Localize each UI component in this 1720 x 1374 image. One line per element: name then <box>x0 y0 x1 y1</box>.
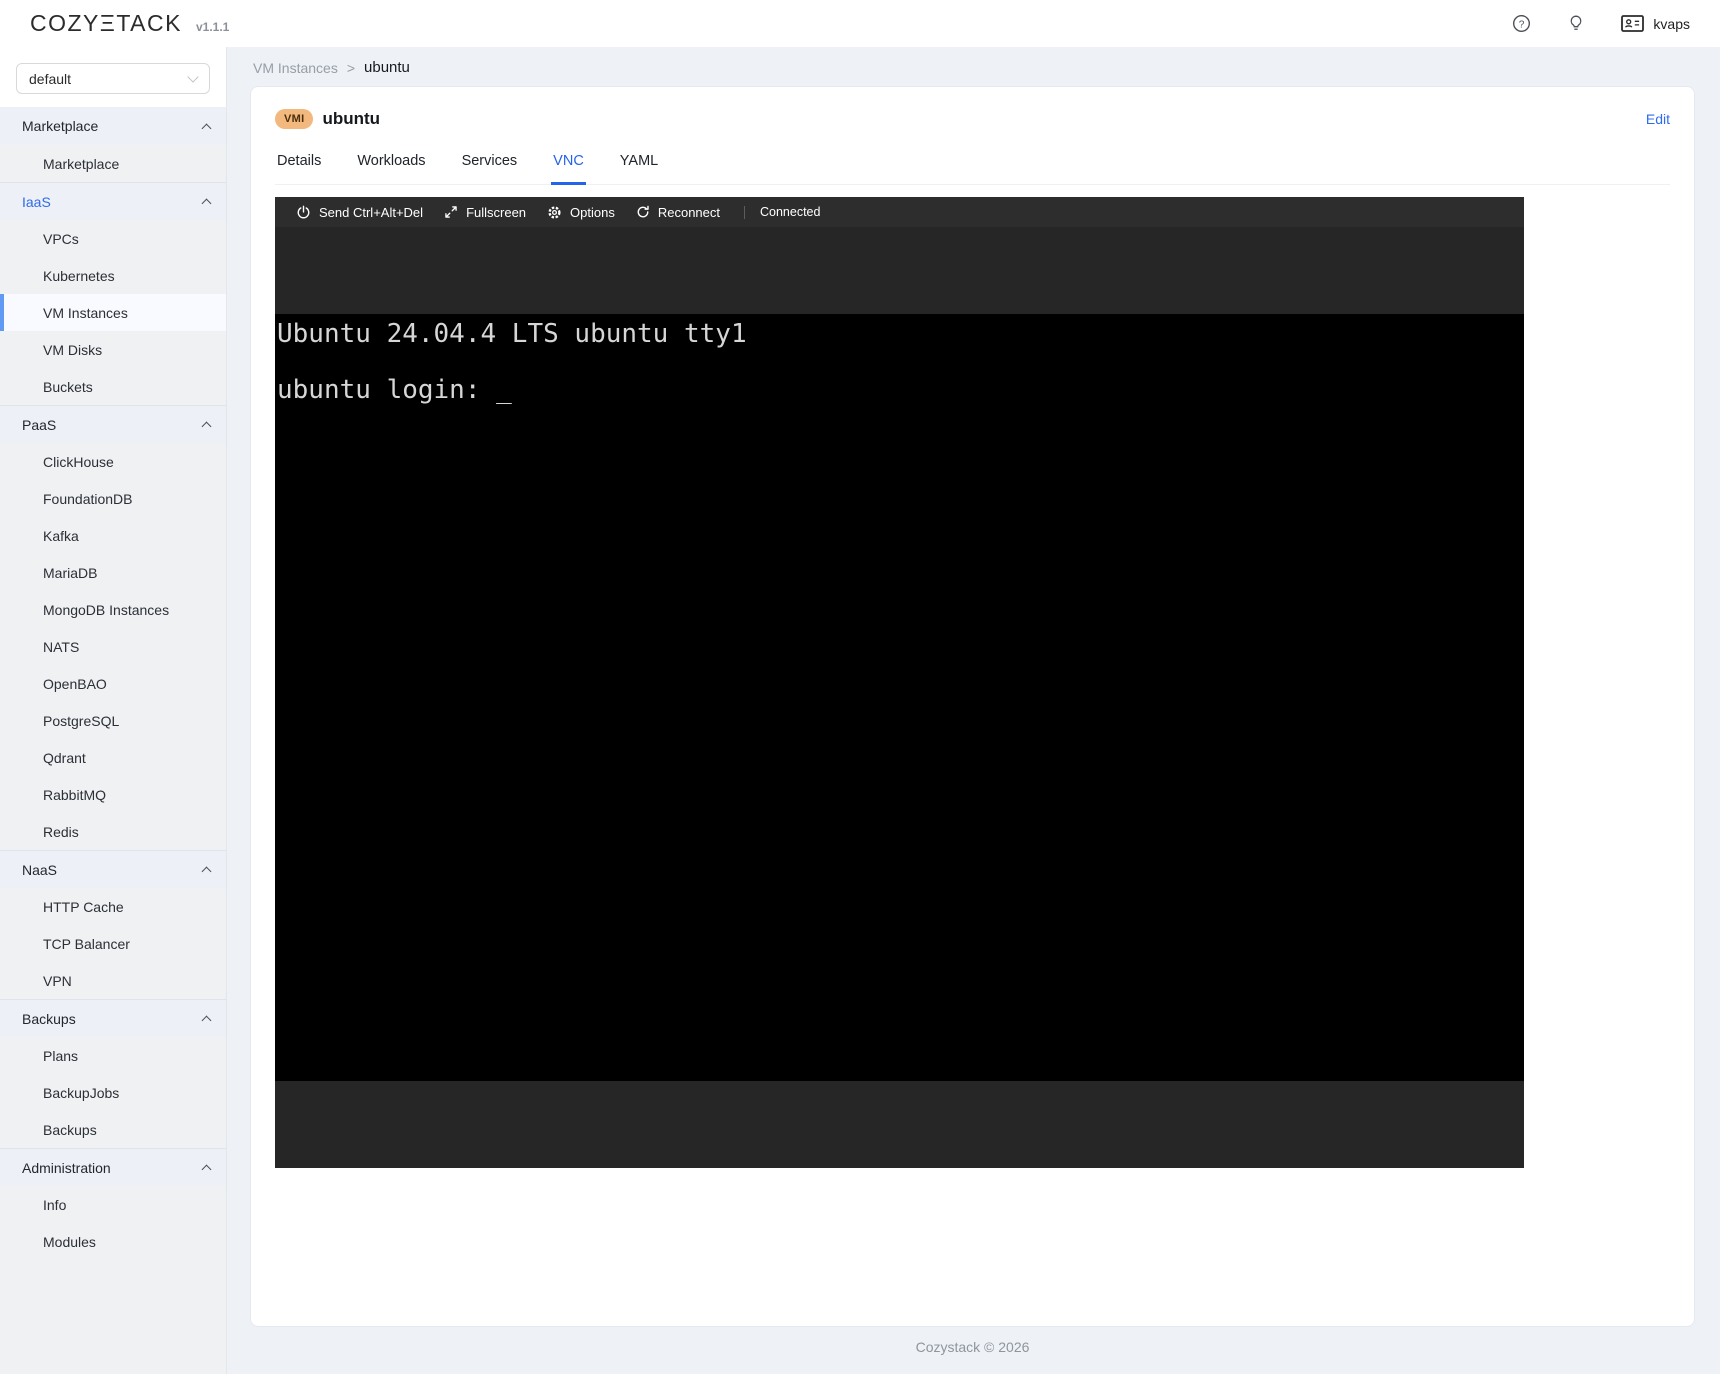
id-card-icon <box>1621 15 1644 32</box>
namespace-select[interactable]: default <box>16 63 210 94</box>
tab-details[interactable]: Details <box>275 153 323 185</box>
sidebar-item-rabbitmq[interactable]: RabbitMQ <box>0 776 226 813</box>
sidebar-section-label: PaaS <box>22 417 56 433</box>
app-header: COZYΞTACK v1.1.1 ? k <box>0 0 1720 47</box>
options-button[interactable]: Options <box>547 205 615 220</box>
sidebar-item-postgresql[interactable]: PostgreSQL <box>0 702 226 739</box>
resource-kind-badge: VMI <box>275 109 313 129</box>
sidebar-item-mariadb[interactable]: MariaDB <box>0 554 226 591</box>
tab-bar: Details Workloads Services VNC YAML <box>275 153 1670 185</box>
sidebar-item-kafka[interactable]: Kafka <box>0 517 226 554</box>
sidebar-section-iaas[interactable]: IaaS <box>0 182 226 220</box>
app-version: v1.1.1 <box>196 20 229 34</box>
user-menu[interactable]: kvaps <box>1621 15 1690 32</box>
sidebar-item-vpcs[interactable]: VPCs <box>0 220 226 257</box>
vnc-panel: Send Ctrl+Alt+Del Fullscreen <box>275 197 1524 1168</box>
send-ctrl-alt-del-button[interactable]: Send Ctrl+Alt+Del <box>296 205 423 220</box>
sidebar-item-http-cache[interactable]: HTTP Cache <box>0 888 226 925</box>
sidebar-item-vm-instances[interactable]: VM Instances <box>0 294 226 331</box>
fullscreen-icon <box>444 205 458 219</box>
lightbulb-icon[interactable] <box>1567 14 1585 33</box>
app-logo[interactable]: COZYΞTACK v1.1.1 <box>30 10 229 37</box>
sidebar: default Marketplace Marketplace IaaS VPCsKu… <box>0 47 227 1374</box>
chevron-up-icon <box>202 199 212 209</box>
vnc-framebuffer-area: Ubuntu 24.04.4 LTS ubuntu tty1 ubuntu log… <box>275 227 1524 1168</box>
username: kvaps <box>1653 16 1690 32</box>
sidebar-item-mongodb-instances[interactable]: MongoDB Instances <box>0 591 226 628</box>
sidebar-item-vpn[interactable]: VPN <box>0 962 226 999</box>
terminal-line: ubuntu login: _ <box>277 376 1524 404</box>
edit-button[interactable]: Edit <box>1646 111 1670 127</box>
footer: Cozystack © 2026 <box>250 1339 1695 1355</box>
sidebar-section-label: Marketplace <box>22 118 98 134</box>
page-title: ubuntu <box>322 109 380 129</box>
tab-services[interactable]: Services <box>460 153 520 185</box>
terminal-line <box>277 348 1524 376</box>
sidebar-item-backups[interactable]: Backups <box>0 1111 226 1148</box>
chevron-up-icon <box>202 422 212 432</box>
sidebar-item-foundationdb[interactable]: FoundationDB <box>0 480 226 517</box>
sidebar-section-naas[interactable]: NaaS <box>0 850 226 888</box>
vm-instance-card: VMI ubuntu Edit Details Workloads Services… <box>250 86 1695 1327</box>
sidebar-item-nats[interactable]: NATS <box>0 628 226 665</box>
sidebar-section-label: IaaS <box>22 194 51 210</box>
tab-yaml[interactable]: YAML <box>618 153 660 185</box>
sidebar-item-kubernetes[interactable]: Kubernetes <box>0 257 226 294</box>
reconnect-button[interactable]: Reconnect <box>636 205 720 220</box>
sidebar-section-backups[interactable]: Backups <box>0 999 226 1037</box>
sidebar-section-label: Administration <box>22 1160 111 1176</box>
svg-text:?: ? <box>1519 19 1525 30</box>
power-icon <box>296 205 311 220</box>
main-content: VM Instances > ubuntu VMI ubuntu Edit De… <box>227 47 1720 1374</box>
namespace-select-value: default <box>29 71 71 87</box>
sidebar-item-marketplace[interactable]: Marketplace <box>0 145 226 182</box>
chevron-up-icon <box>202 1165 212 1175</box>
sidebar-section-marketplace[interactable]: Marketplace <box>0 107 226 145</box>
help-icon[interactable]: ? <box>1512 14 1531 33</box>
sidebar-section-label: Backups <box>22 1011 76 1027</box>
sidebar-section-administration[interactable]: Administration <box>0 1148 226 1186</box>
sidebar-item-modules[interactable]: Modules <box>0 1223 226 1260</box>
breadcrumb-current: ubuntu <box>364 59 410 76</box>
app-logo-text: COZYΞTACK <box>30 10 182 37</box>
terminal-line: Ubuntu 24.04.4 LTS ubuntu tty1 <box>277 320 1524 348</box>
sidebar-item-buckets[interactable]: Buckets <box>0 368 226 405</box>
sidebar-section-label: NaaS <box>22 862 57 878</box>
sidebar-menu: Marketplace Marketplace IaaS VPCsKubernetes… <box>0 107 226 1374</box>
toolbar-divider <box>744 206 745 219</box>
sidebar-item-openbao[interactable]: OpenBAO <box>0 665 226 702</box>
sidebar-item-vm-disks[interactable]: VM Disks <box>0 331 226 368</box>
vnc-toolbar: Send Ctrl+Alt+Del Fullscreen <box>275 197 1524 227</box>
sidebar-item-qdrant[interactable]: Qdrant <box>0 739 226 776</box>
sidebar-item-clickhouse[interactable]: ClickHouse <box>0 443 226 480</box>
breadcrumb-parent[interactable]: VM Instances <box>253 60 338 76</box>
chevron-up-icon <box>202 123 212 133</box>
sidebar-item-info[interactable]: Info <box>0 1186 226 1223</box>
sidebar-item-plans[interactable]: Plans <box>0 1037 226 1074</box>
chevron-up-icon <box>202 1016 212 1026</box>
fullscreen-button[interactable]: Fullscreen <box>444 205 526 220</box>
tab-vnc[interactable]: VNC <box>551 153 586 185</box>
chevron-up-icon <box>202 867 212 877</box>
sidebar-item-redis[interactable]: Redis <box>0 813 226 850</box>
chevron-down-icon <box>187 71 198 82</box>
gear-icon <box>547 205 562 220</box>
sidebar-section-paas[interactable]: PaaS <box>0 405 226 443</box>
connection-status: Connected <box>760 205 820 219</box>
sidebar-item-backupjobs[interactable]: BackupJobs <box>0 1074 226 1111</box>
breadcrumb-separator: > <box>347 60 355 76</box>
sidebar-item-tcp-balancer[interactable]: TCP Balancer <box>0 925 226 962</box>
breadcrumb: VM Instances > ubuntu <box>250 59 1695 76</box>
tab-workloads[interactable]: Workloads <box>355 153 427 185</box>
vnc-screen[interactable]: Ubuntu 24.04.4 LTS ubuntu tty1 ubuntu log… <box>275 314 1524 1081</box>
reconnect-icon <box>636 205 650 219</box>
